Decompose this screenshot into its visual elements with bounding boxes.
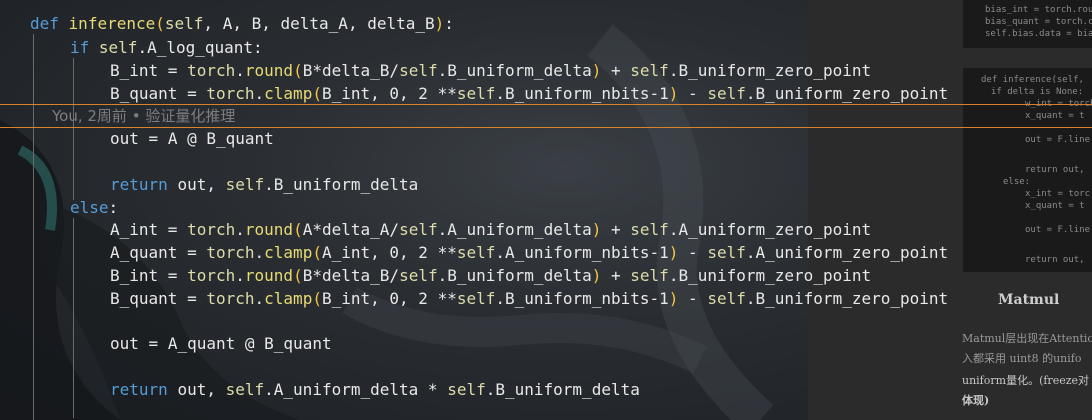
code-line-11: A_quant = torch.clamp(A_int, 0, 2 **self… [110, 243, 949, 262]
thumb-line: out = F.line [1025, 225, 1091, 235]
thumb-line: return out, [1025, 165, 1085, 175]
doc-paragraph-line: Matmul层出现在Attention [962, 332, 1092, 345]
indent-guide [33, 34, 34, 420]
doc-paragraph-line: uniform量化。(freeze对 [962, 374, 1090, 387]
thumb-line: def inference(self, [981, 75, 1084, 85]
code-line-3: B_int = torch.round(B*delta_B/self.B_uni… [110, 61, 872, 80]
code-line-9: else: [70, 198, 119, 217]
git-blame-annotation[interactable]: You, 2周前 • 验证量化推理 [0, 104, 1092, 128]
thumb-line: bias_int = torch.round( [985, 5, 1092, 15]
thumb-line: if delta is None: [991, 87, 1084, 97]
code-line-10: A_int = torch.round(A*delta_A/self.A_uni… [110, 220, 872, 239]
doc-heading: Matmul [998, 292, 1060, 308]
indent-guide [73, 218, 74, 418]
thumb-line: bias_quant = torch.cl [985, 17, 1092, 27]
thumb-line: x_quant = t [1025, 201, 1085, 211]
code-thumbnail-top: bias_int = torch.round( bias_quant = tor… [963, 0, 1092, 48]
code-line-4: B_quant = torch.clamp(B_int, 0, 2 **self… [110, 84, 949, 103]
thumb-line: self.bias.data = bias_ [985, 29, 1092, 39]
doc-paragraph-line: 入都采用 uint8 的unifo [962, 352, 1082, 365]
thumb-line: out = F.line [1025, 135, 1091, 145]
thumb-line: else: [1003, 177, 1031, 187]
code-line-17: return out, self.A_uniform_delta * self.… [110, 380, 640, 399]
indent-guide [73, 58, 74, 200]
code-thumbnail-mid: def inference(self, if delta is None: w_… [963, 68, 1092, 272]
code-line-12: B_int = torch.round(B*delta_B/self.B_uni… [110, 266, 872, 285]
code-line-6: out = A @ B_quant [110, 129, 274, 148]
doc-paragraph-line: 体现) [962, 394, 990, 407]
code-line-1: def inference(self, A, B, delta_A, delta… [30, 14, 454, 33]
code-line-15: out = A_quant @ B_quant [110, 334, 332, 353]
code-line-2: if self.A_log_quant: [70, 38, 263, 57]
thumb-line: return out, [1025, 255, 1085, 265]
git-blame-text: You, 2周前 • 验证量化推理 [52, 107, 236, 125]
code-line-8: return out, self.B_uniform_delta [110, 175, 419, 194]
thumb-line: x_int = torc [1025, 189, 1091, 199]
code-line-13: B_quant = torch.clamp(B_int, 0, 2 **self… [110, 289, 949, 308]
